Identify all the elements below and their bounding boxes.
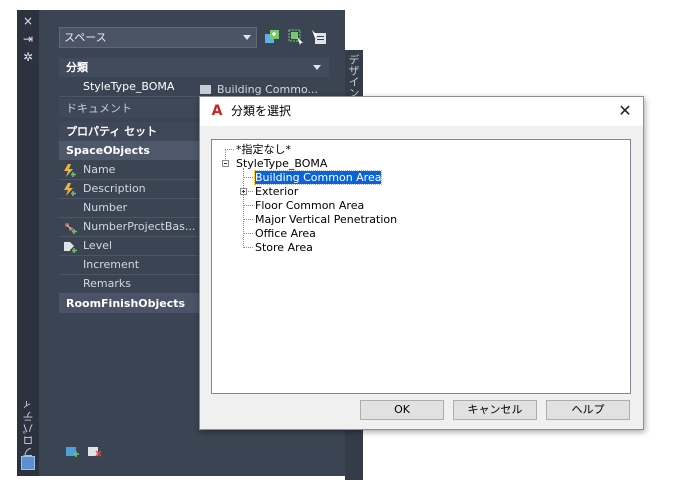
tree-item-none[interactable]: *指定なし* [236, 143, 291, 156]
section-title: RoomFinishObjects [66, 297, 186, 310]
section-title: プロパティ セット [66, 125, 158, 138]
section-space-objects[interactable]: SpaceObjects [59, 141, 219, 160]
tree-connector [246, 191, 253, 192]
close-palette-icon[interactable]: × [17, 14, 39, 28]
property-row-increment[interactable]: Increment [59, 256, 219, 275]
quick-select-icon[interactable] [288, 29, 304, 45]
property-label: Increment [83, 258, 140, 271]
tree-connector [243, 247, 253, 248]
lightning-add-icon [64, 183, 76, 196]
property-row-level[interactable]: Level [59, 237, 219, 256]
classification-tree[interactable]: *指定なし* StyleType_BOMA Building Common Ar… [211, 139, 631, 394]
auto-hide-icon[interactable]: ⇥ [17, 32, 39, 46]
property-row-remarks[interactable]: Remarks [59, 275, 219, 294]
dialog-title: 分類を選択 [231, 104, 292, 118]
close-button[interactable]: ✕ [613, 100, 637, 122]
tree-connector [225, 149, 234, 150]
add-property-sets-icon[interactable] [66, 446, 79, 457]
tree-connector [243, 177, 253, 178]
property-label: Name [83, 163, 116, 176]
property-row-description[interactable]: Description [59, 180, 219, 199]
object-type-select[interactable]: スペース [59, 27, 257, 48]
section-title: 分類 [66, 61, 88, 74]
chevron-down-icon [313, 65, 321, 70]
palette-vertical-title: プロパティ [22, 398, 35, 458]
section-title: SpaceObjects [66, 144, 150, 157]
tree-item-office-area[interactable]: Office Area [255, 227, 316, 240]
classification-row[interactable]: StyleType_BOMA [59, 78, 219, 97]
tree-item-store-area[interactable]: Store Area [255, 241, 313, 254]
tree-add-icon [65, 223, 77, 234]
tree-item-floor-common-area[interactable]: Floor Common Area [255, 199, 364, 212]
tree-item-exterior[interactable]: Exterior [255, 185, 298, 198]
collapse-toggle-icon[interactable] [222, 160, 229, 167]
property-label: NumberProjectBas... [83, 220, 196, 233]
section-document[interactable]: ドキュメント [59, 99, 219, 118]
remove-property-sets-icon[interactable] [88, 446, 101, 457]
property-row-name[interactable]: Name [59, 161, 219, 180]
ok-button[interactable]: OK [360, 400, 444, 420]
palette-settings-icon[interactable]: ✲ [17, 50, 39, 64]
palette-menu-icon[interactable] [21, 456, 35, 470]
section-room-finish-objects[interactable]: RoomFinishObjects [59, 294, 219, 313]
tree-item-root[interactable]: StyleType_BOMA [236, 157, 327, 170]
classification-label: StyleType_BOMA [83, 80, 175, 93]
property-row-number-project-base[interactable]: NumberProjectBas... [59, 218, 219, 237]
property-label: Level [83, 239, 113, 252]
palette-title-rail: × ⇥ ✲ プロパティ [17, 10, 39, 476]
expand-toggle-icon[interactable] [240, 188, 247, 195]
tree-item-major-vertical-penetration[interactable]: Major Vertical Penetration [255, 213, 397, 226]
cancel-button[interactable]: キャンセル [453, 400, 537, 420]
classification-value-text: Building Commo... [217, 83, 318, 96]
property-label: Number [83, 201, 128, 214]
section-classification-header[interactable]: 分類 [59, 58, 329, 77]
tree-connector [243, 233, 253, 234]
add-selected-icon[interactable] [264, 29, 280, 45]
tree-item-building-common-area[interactable]: Building Common Area [253, 170, 383, 185]
dialog-titlebar[interactable]: A 分類を選択 ✕ [200, 97, 643, 126]
level-add-icon [64, 242, 77, 253]
object-type-value: スペース [64, 31, 107, 44]
select-classification-dialog: A 分類を選択 ✕ *指定なし* StyleType_BOMA Building… [199, 96, 644, 430]
section-property-sets[interactable]: プロパティ セット [59, 122, 219, 141]
lightning-add-icon [64, 164, 76, 177]
property-row-number[interactable]: Number [59, 199, 219, 218]
table-icon [200, 85, 211, 94]
autocad-logo-icon: A [211, 103, 223, 119]
property-label: Remarks [83, 277, 131, 290]
chevron-down-icon [243, 35, 251, 40]
property-label: Description [83, 182, 146, 195]
help-button[interactable]: ヘルプ [546, 400, 630, 420]
tab-design[interactable]: デザイン [347, 54, 361, 98]
tree-connector [243, 168, 244, 248]
tree-connector [243, 205, 253, 206]
select-objects-icon[interactable] [311, 29, 327, 45]
tree-connector [243, 219, 253, 220]
